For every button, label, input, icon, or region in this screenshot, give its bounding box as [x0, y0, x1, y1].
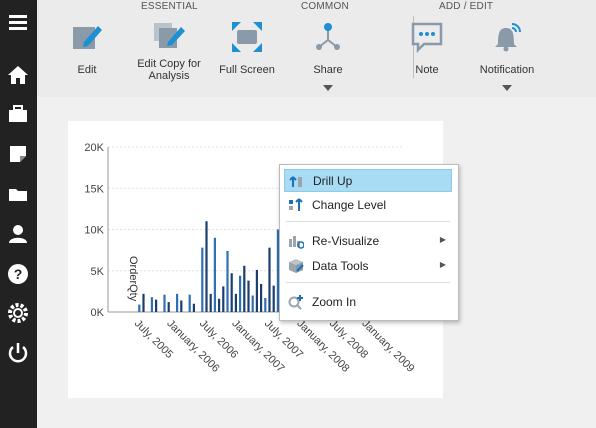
notification-button[interactable]: Notification: [473, 16, 541, 94]
group-label-common: COMMON: [301, 1, 349, 12]
menu-item-change-level[interactable]: Change Level: [284, 194, 452, 216]
menu-item-label: Change Level: [312, 198, 387, 212]
chart-bar: [226, 250, 229, 312]
menu-item-zoom-in[interactable]: Zoom In: [284, 291, 452, 313]
chart-bar: [260, 283, 263, 312]
menu-separator: [286, 282, 450, 283]
submenu-arrow-icon: ▶: [439, 260, 446, 269]
y-tick-label: 10K: [84, 225, 104, 237]
edit-copy-label: Edit Copy for Analysis: [137, 58, 201, 82]
data-tools-icon: [289, 259, 304, 273]
y-tick-label: 20K: [84, 142, 104, 154]
settings-icon[interactable]: [6, 301, 30, 325]
group-label-essential: ESSENTIAL: [141, 1, 198, 12]
chart-bar: [138, 304, 141, 312]
full-screen-label: Full Screen: [219, 64, 275, 76]
chart-bar: [209, 293, 212, 312]
chart-bar: [205, 221, 208, 312]
help-icon[interactable]: ?: [6, 262, 30, 286]
chart-bar: [234, 293, 237, 312]
menu-item-label: Re-Visualize: [312, 234, 380, 248]
menu-item-drill-up[interactable]: Drill Up: [284, 169, 452, 192]
change-level-icon: [289, 198, 303, 211]
chart-bar: [188, 294, 191, 312]
note-icon[interactable]: [6, 142, 30, 166]
chart-bar: [150, 297, 153, 312]
menu-item-label: Drill Up: [313, 174, 353, 188]
bell-icon: [495, 23, 521, 52]
y-tick-label: 5K: [91, 266, 105, 278]
menu-item-re-visualize[interactable]: Re-Visualize ▶: [284, 230, 452, 252]
chart-bar: [272, 285, 275, 312]
menu-item-label: Data Tools: [312, 259, 369, 273]
chevron-down-icon: [323, 85, 333, 91]
chart-bar: [163, 294, 166, 312]
full-screen-button[interactable]: Full Screen: [217, 16, 277, 94]
toolbar: ESSENTIAL COMMON ADD / EDIT Edit Edit Co…: [37, 0, 596, 97]
menu-item-label: Zoom In: [312, 295, 357, 309]
chart-bar: [180, 300, 183, 312]
group-label-add-edit: ADD / EDIT: [439, 1, 494, 12]
share-label: Share: [313, 64, 343, 76]
chart-bar: [230, 273, 233, 312]
sidebar: ?: [0, 0, 37, 428]
edit-label: Edit: [77, 64, 97, 76]
folder-icon[interactable]: [6, 182, 30, 206]
context-menu: Drill Up Change Level Re-Visualize ▶ Dat…: [279, 164, 459, 321]
chart-bar: [167, 302, 170, 312]
share-button[interactable]: Share: [305, 16, 351, 94]
chart-bar: [218, 298, 221, 312]
y-tick-label: 0K: [91, 307, 105, 319]
note-button[interactable]: Note: [407, 16, 447, 94]
chart-bar: [268, 247, 271, 312]
re-visualize-icon: [289, 236, 304, 249]
notification-label: Notification: [479, 64, 535, 76]
chart-bar: [255, 269, 258, 312]
x-tick-label: January, 2009: [359, 318, 416, 375]
svg-text:?: ?: [14, 266, 23, 282]
note-icon: [411, 22, 443, 54]
edit-icon: [73, 26, 102, 49]
chart-bar: [176, 293, 179, 312]
drill-up-icon: [289, 176, 302, 187]
menu-item-data-tools[interactable]: Data Tools ▶: [284, 255, 452, 277]
chart-bar: [243, 265, 246, 312]
power-icon[interactable]: [6, 341, 30, 365]
chart-bar: [251, 295, 254, 312]
chart-bar: [264, 297, 267, 312]
edit-copy-button[interactable]: Edit Copy for Analysis: [131, 16, 207, 94]
chart-bar: [192, 303, 195, 312]
edit-button[interactable]: Edit: [63, 16, 111, 94]
user-icon[interactable]: [6, 222, 30, 246]
chart-bar: [142, 293, 145, 312]
chart-bar: [247, 280, 250, 312]
chevron-down-icon: [502, 85, 512, 91]
chart-bar: [213, 237, 216, 312]
edit-copy-icon: [154, 23, 185, 48]
menu-icon[interactable]: [6, 10, 30, 34]
menu-separator: [286, 221, 450, 222]
briefcase-icon[interactable]: [6, 102, 30, 126]
y-tick-label: 15K: [84, 183, 104, 195]
share-icon: [316, 23, 340, 50]
home-icon[interactable]: [6, 63, 30, 87]
zoom-in-icon: [288, 295, 303, 310]
chart-bar: [155, 299, 158, 312]
full-screen-icon: [232, 22, 262, 52]
y-axis-label: OrderQty: [127, 256, 139, 302]
chart-bar: [239, 275, 242, 312]
note-label: Note: [415, 64, 439, 76]
chart-bar: [222, 286, 225, 312]
submenu-arrow-icon: ▶: [439, 235, 446, 244]
chart-bar: [201, 247, 204, 312]
